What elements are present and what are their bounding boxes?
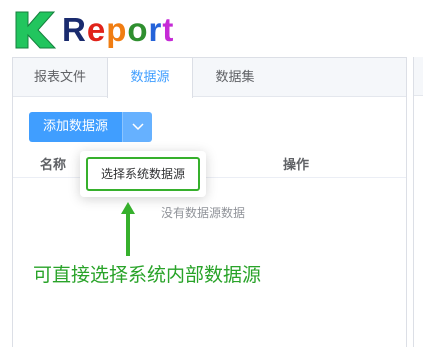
adjacent-panel-edge bbox=[413, 57, 423, 347]
app-root: Report 报表文件 数据源 数据集 添加数据源 名称 操作 没有数据源数据 bbox=[0, 0, 423, 347]
add-datasource-button-group: 添加数据源 bbox=[29, 112, 153, 142]
adjacent-panel-header bbox=[414, 57, 423, 96]
logo-letter: e bbox=[86, 11, 107, 48]
chevron-down-icon bbox=[131, 123, 144, 131]
tab-bar: 报表文件 数据源 数据集 bbox=[13, 58, 406, 98]
tab-data-sources[interactable]: 数据源 bbox=[107, 58, 193, 98]
annotation-text: 可直接选择系统内部数据源 bbox=[33, 264, 262, 286]
k-logo-icon bbox=[15, 11, 57, 49]
tab-panel: 报表文件 数据源 数据集 添加数据源 名称 操作 没有数据源数据 bbox=[12, 57, 407, 347]
datasource-dropdown-menu: 选择系统数据源 bbox=[80, 151, 206, 197]
tab-datasets[interactable]: 数据集 bbox=[193, 58, 277, 97]
logo-letter: r bbox=[148, 11, 163, 48]
tab-report-files[interactable]: 报表文件 bbox=[13, 58, 107, 97]
add-datasource-button[interactable]: 添加数据源 bbox=[29, 112, 123, 142]
logo-letter: p bbox=[106, 11, 128, 48]
logo-letter: R bbox=[62, 11, 87, 48]
annotation-arrow-icon bbox=[121, 202, 135, 256]
kreport-logo: Report bbox=[12, 4, 182, 54]
logo-letter: t bbox=[162, 11, 175, 48]
table-header: 名称 操作 bbox=[13, 148, 406, 178]
logo-wordmark: Report bbox=[62, 10, 174, 50]
column-header-action: 操作 bbox=[283, 158, 310, 173]
datasource-dropdown-toggle[interactable] bbox=[122, 112, 153, 142]
select-system-datasource-item[interactable]: 选择系统数据源 bbox=[86, 157, 200, 191]
empty-table-message: 没有数据源数据 bbox=[161, 206, 246, 220]
logo-letter: o bbox=[127, 11, 149, 48]
column-header-name: 名称 bbox=[40, 158, 67, 173]
